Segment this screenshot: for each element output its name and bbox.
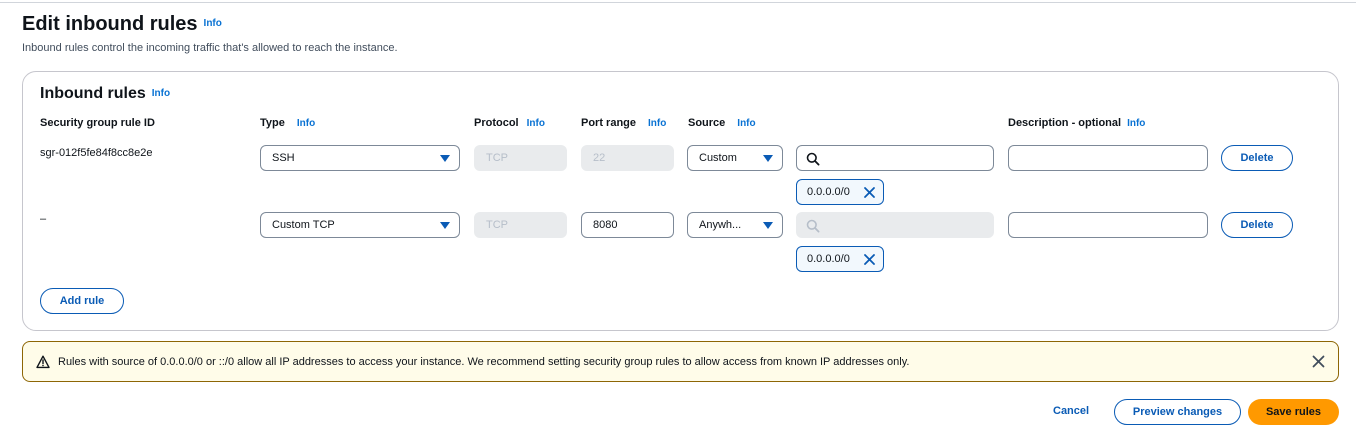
port-range-info-link[interactable]: Info (648, 118, 666, 129)
column-header-source: Source Info (688, 117, 756, 129)
preview-changes-button[interactable]: Preview changes (1114, 399, 1241, 425)
inbound-rules-panel: Inbound rules Info Security group rule ID… (22, 71, 1339, 331)
close-icon[interactable] (1312, 355, 1325, 368)
column-header-protocol: Protocol Info (474, 117, 545, 129)
protocol-field-row-2: TCP (474, 212, 567, 238)
column-label-port-range: Port range (581, 117, 637, 129)
cancel-button[interactable]: Cancel (1053, 405, 1089, 417)
protocol-field-row-1: TCP (474, 145, 567, 171)
cidr-token-label: 0.0.0.0/0 (807, 186, 850, 198)
type-info-link[interactable]: Info (297, 118, 315, 129)
type-select-row-2[interactable]: Custom TCP (260, 212, 460, 238)
warning-icon (36, 355, 50, 369)
cidr-token-row-2: 0.0.0.0/0 (796, 246, 884, 272)
column-header-rule-id: Security group rule ID (40, 117, 155, 129)
rule-id-row-1: sgr-012f5fe84f8cc8e2e (40, 147, 153, 159)
caret-down-icon (440, 155, 450, 162)
warning-alert-text: Rules with source of 0.0.0.0/0 or ::/0 a… (58, 356, 910, 368)
protocol-info-link[interactable]: Info (527, 118, 545, 129)
type-select-value: Custom TCP (272, 219, 335, 231)
page-title: Edit inbound rules Info (22, 13, 222, 36)
add-rule-button[interactable]: Add rule (40, 288, 124, 314)
description-info-link[interactable]: Info (1127, 118, 1145, 129)
caret-down-icon (763, 155, 773, 162)
cidr-token-label: 0.0.0.0/0 (807, 253, 850, 265)
panel-title: Inbound rules Info (40, 85, 170, 103)
cidr-search-input-row-1[interactable] (796, 145, 994, 171)
cidr-search-input-row-2 (796, 212, 994, 238)
panel-info-link[interactable]: Info (152, 88, 170, 99)
port-range-value: 8080 (593, 219, 618, 231)
caret-down-icon (440, 222, 450, 229)
port-range-input-row-2[interactable]: 8080 (581, 212, 674, 238)
warning-alert: Rules with source of 0.0.0.0/0 or ::/0 a… (22, 341, 1339, 382)
remove-token-icon[interactable] (863, 186, 876, 199)
page-description: Inbound rules control the incoming traff… (22, 42, 398, 54)
type-select-row-1[interactable]: SSH (260, 145, 460, 171)
search-icon (806, 152, 820, 166)
protocol-value: TCP (486, 219, 508, 231)
source-select-value: Custom (699, 152, 737, 164)
column-label-source: Source (688, 117, 726, 129)
delete-button-row-1[interactable]: Delete (1221, 145, 1293, 171)
port-range-input-row-1: 22 (581, 145, 674, 171)
column-label-type: Type (260, 117, 285, 129)
column-label-rule-id: Security group rule ID (40, 117, 155, 129)
column-header-description: Description - optional Info (1008, 117, 1145, 129)
port-range-value: 22 (593, 152, 606, 164)
caret-down-icon (763, 222, 773, 229)
search-icon (806, 219, 820, 233)
description-input-row-1[interactable] (1008, 145, 1208, 171)
source-select-row-1[interactable]: Custom (687, 145, 783, 171)
top-divider (0, 2, 1356, 3)
source-select-row-2[interactable]: Anywh... (687, 212, 783, 238)
protocol-value: TCP (486, 152, 508, 164)
description-input-row-2[interactable] (1008, 212, 1208, 238)
source-select-value: Anywh... (699, 219, 742, 231)
column-label-description: Description - optional (1008, 117, 1122, 129)
page-title-text: Edit inbound rules (22, 13, 198, 35)
rule-id-row-2: – (40, 213, 47, 225)
save-rules-button[interactable]: Save rules (1248, 399, 1339, 425)
column-label-protocol: Protocol (474, 117, 519, 129)
column-header-type: Type Info (260, 117, 315, 129)
remove-token-icon[interactable] (863, 253, 876, 266)
source-info-link[interactable]: Info (737, 118, 755, 129)
delete-button-row-2[interactable]: Delete (1221, 212, 1293, 238)
column-header-port-range: Port range Info (581, 117, 666, 129)
panel-title-text: Inbound rules (40, 85, 146, 102)
page-title-info-link[interactable]: Info (204, 18, 222, 29)
type-select-value: SSH (272, 152, 295, 164)
cidr-token-row-1: 0.0.0.0/0 (796, 179, 884, 205)
